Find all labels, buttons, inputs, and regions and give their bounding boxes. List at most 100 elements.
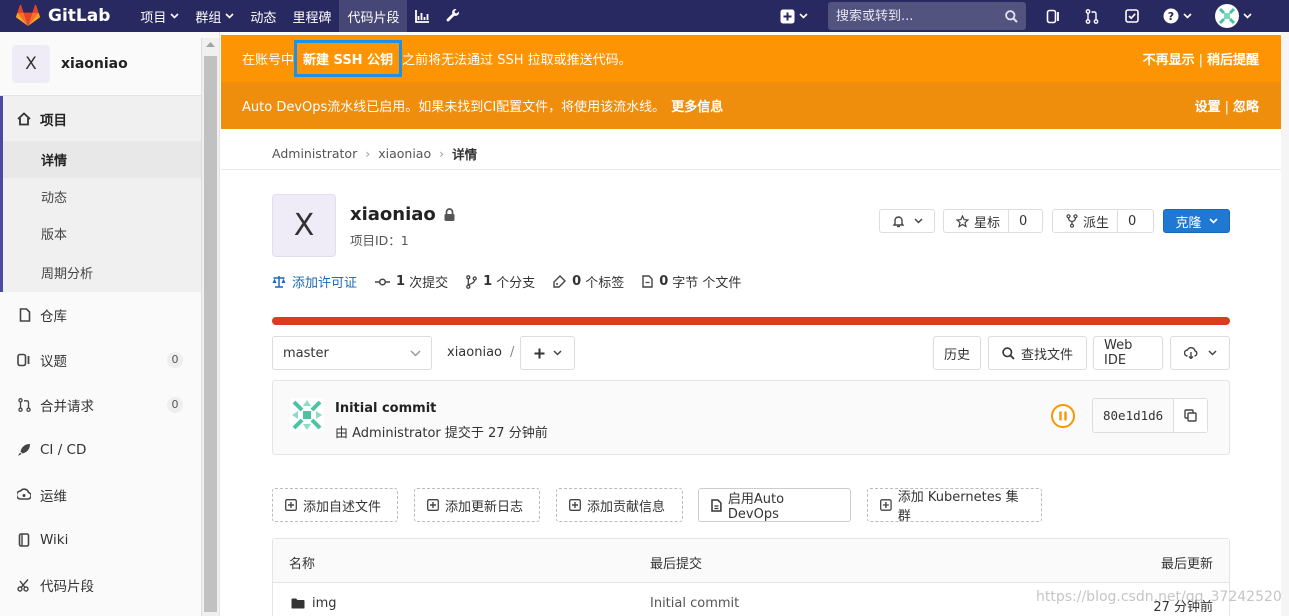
sidebar-subitem-activity[interactable]: 动态 (3, 178, 219, 215)
storage-stat[interactable]: 0 字节 个文件 (642, 272, 741, 291)
copy-sha-button[interactable] (1173, 399, 1208, 432)
file-icon (642, 275, 653, 288)
chevron-down-icon (225, 13, 234, 19)
nav-milestones[interactable]: 里程碑 (284, 0, 339, 32)
author-avatar-icon[interactable] (290, 398, 324, 432)
fork-button[interactable]: 派生 0 (1052, 209, 1154, 233)
add-contributing-button[interactable]: 添加贡献信息 (556, 488, 683, 522)
sidebar-item-label: 项目 (40, 112, 67, 129)
search-input[interactable] (836, 8, 996, 24)
sidebar-item-ci-cd[interactable]: CI / CD (0, 427, 219, 472)
sidebar-item-operations[interactable]: 运维 (0, 472, 219, 517)
fork-count[interactable]: 0 (1117, 210, 1146, 232)
nav-help[interactable]: ? (1163, 0, 1192, 32)
nav-admin-chart[interactable] (407, 0, 438, 32)
add-license-link[interactable]: 添加许可证 (272, 272, 357, 291)
nav-projects-label: 项目 (140, 10, 167, 26)
gitlab-logo[interactable]: GitLab (16, 5, 110, 27)
sidebar-item-issues[interactable]: 议题 0 (0, 337, 219, 382)
tags-stat[interactable]: 0 个标签 (553, 272, 624, 291)
sidebar-subitem-releases[interactable]: 版本 (3, 215, 219, 252)
breadcrumb-divider (221, 169, 1281, 170)
branches-stat[interactable]: 1 个分支 (466, 272, 535, 291)
file-name[interactable]: img (312, 596, 337, 611)
add-ssh-key-link[interactable]: 新建 SSH 公钥 (294, 40, 403, 77)
sidebar-subitem-cycle-analytics[interactable]: 周期分析 (3, 252, 219, 292)
nav-activity[interactable]: 动态 (242, 0, 284, 32)
sidebar-item-snippets[interactable]: 代码片段 (0, 562, 219, 607)
commits-stat[interactable]: 1 次提交 (375, 272, 448, 291)
nav-projects[interactable]: 项目 (132, 0, 187, 32)
branch-select[interactable]: master (272, 336, 432, 370)
settings-link[interactable]: 设置 (1195, 100, 1221, 115)
branch-name: master (283, 345, 329, 361)
sidebar-scrollbar[interactable] (201, 38, 219, 616)
nav-groups[interactable]: 群组 (187, 0, 242, 32)
nav-todos[interactable] (1125, 0, 1139, 32)
todo-icon (1125, 9, 1139, 23)
breadcrumb: Administrator › xiaoniao › 详情 (272, 144, 477, 163)
ignore-link[interactable]: 忽略 (1233, 100, 1259, 115)
enable-auto-devops-button[interactable]: 启用Auto DevOps (698, 488, 851, 522)
branch-icon (466, 274, 477, 289)
tags-count: 0 (572, 274, 582, 289)
new-dropdown[interactable] (780, 0, 808, 32)
add-file-dropdown[interactable] (520, 336, 575, 370)
web-ide-button[interactable]: Web IDE (1093, 336, 1163, 370)
storage-count: 0 (659, 274, 669, 289)
sidebar-subitem-label: 详情 (41, 154, 68, 169)
brand-name: GitLab (48, 6, 111, 26)
pipeline-paused-icon[interactable] (1050, 403, 1076, 429)
notification-dropdown[interactable] (879, 209, 935, 233)
sidebar-section-merge-requests: 合并请求 0 (0, 382, 219, 427)
commit-sha[interactable]: 80e1d1d6 (1093, 408, 1173, 423)
plus-square-icon (569, 499, 581, 511)
add-readme-button[interactable]: 添加自述文件 (272, 488, 398, 522)
plus-square-icon (880, 499, 892, 511)
find-file-button[interactable]: 查找文件 (988, 336, 1087, 370)
sidebar-subitem-details[interactable]: 详情 (3, 141, 219, 178)
history-button[interactable]: 历史 (933, 336, 981, 370)
sidebar-item-repository[interactable]: 仓库 (0, 292, 219, 337)
nav-snippets[interactable]: 代码片段 (339, 0, 408, 32)
repo-path-root[interactable]: xiaoniao (447, 345, 502, 360)
breadcrumb-item[interactable]: xiaoniao (378, 146, 431, 161)
add-kubernetes-cluster-button[interactable]: 添加 Kubernetes 集群 (867, 488, 1042, 524)
dont-show-again-link[interactable]: 不再显示 (1143, 53, 1195, 68)
sidebar-item-project[interactable]: 项目 (3, 96, 219, 141)
nav-merge-requests[interactable] (1085, 0, 1099, 32)
nav-activity-label: 动态 (250, 10, 277, 26)
star-count[interactable]: 0 (1008, 210, 1037, 232)
sidebar-item-label: 合并请求 (40, 398, 94, 415)
ssh-key-warning-banner: 在账号中 新建 SSH 公钥 之前将无法通过 SSH 拉取或推送代码。 不再显示… (221, 35, 1281, 82)
more-info-link[interactable]: 更多信息 (671, 96, 723, 115)
page-scrollbar[interactable] (1281, 32, 1289, 616)
file-last-commit[interactable]: Initial commit (650, 596, 739, 611)
sidebar-scrollbar-thumb[interactable] (204, 56, 217, 612)
nav-admin-wrench[interactable] (438, 0, 468, 32)
remind-later-link[interactable]: 稍后提醒 (1207, 53, 1259, 68)
sidebar-project-header[interactable]: X xiaoniao (0, 32, 219, 96)
project-stats: 添加许可证 1 次提交 1 个分支 0 个标签 0 字节 个文件 (272, 272, 759, 291)
star-button[interactable]: 星标 0 (943, 209, 1043, 233)
fork-button-main[interactable]: 派生 (1053, 212, 1117, 231)
last-commit-box: Initial commit 由 Administrator 提交于 27 分钟… (272, 380, 1230, 455)
user-avatar-icon (1215, 4, 1239, 28)
nav-issues[interactable] (1046, 0, 1061, 32)
star-button-main[interactable]: 星标 (944, 212, 1008, 231)
add-changelog-button[interactable]: 添加更新日志 (414, 488, 540, 522)
breadcrumb-current[interactable]: 详情 (452, 144, 477, 163)
user-menu[interactable] (1215, 0, 1252, 32)
fork-icon (1066, 214, 1078, 228)
scroll-up-arrow-icon[interactable] (205, 40, 216, 48)
download-dropdown[interactable] (1170, 336, 1230, 370)
commit-title[interactable]: Initial commit (335, 401, 436, 416)
search-box[interactable] (828, 2, 1026, 30)
clone-button[interactable]: 克隆 (1163, 209, 1230, 233)
sidebar-item-merge-requests[interactable]: 合并请求 0 (0, 382, 219, 427)
chevron-down-icon (552, 350, 562, 356)
breadcrumb-item[interactable]: Administrator (272, 146, 357, 161)
repository-language-bar (272, 317, 1230, 325)
sidebar-item-wiki[interactable]: Wiki (0, 517, 219, 562)
find-file-label: 查找文件 (1020, 347, 1073, 363)
